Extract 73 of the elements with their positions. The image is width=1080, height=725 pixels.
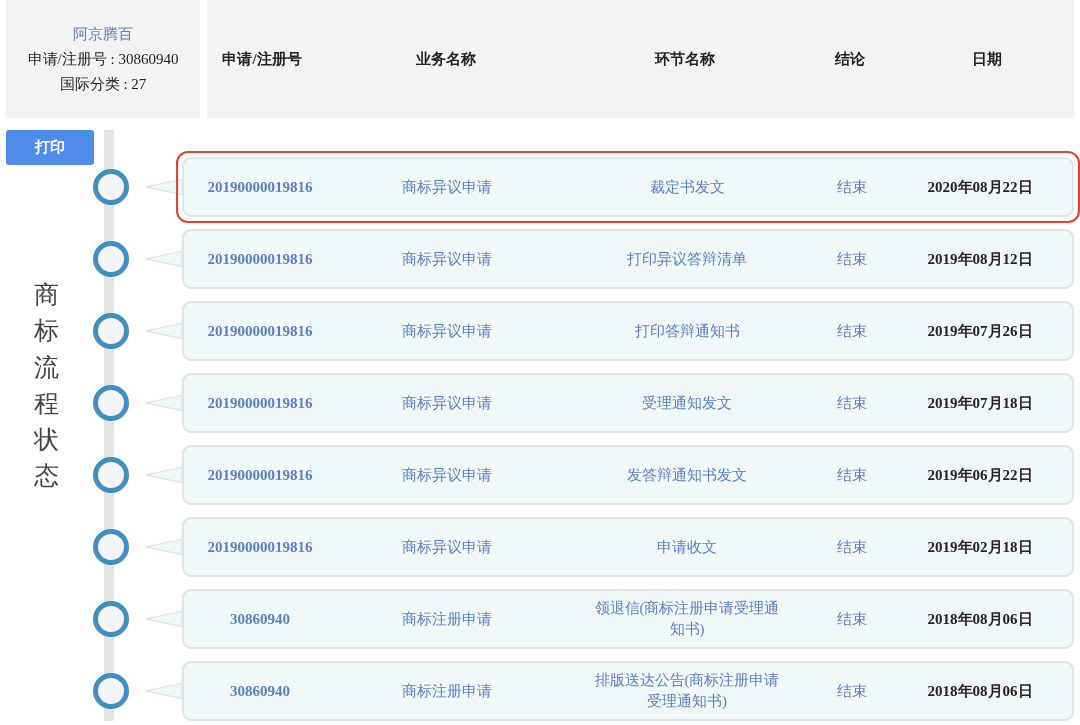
table-cell-text: 结束	[836, 537, 868, 557]
table-cell-text: 20190000019816	[206, 249, 314, 269]
process-card[interactable]: 20190000019816 商标异议申请 打印异议答辩清单 结束 2019年08月12日	[176, 223, 1080, 295]
table-cell-text: 20190000019816	[206, 393, 314, 413]
table-cell-text: 结束	[836, 681, 868, 701]
table-cell-text: 结束	[836, 609, 868, 629]
registration-number: 申请/注册号 : 30860940	[27, 49, 179, 69]
table-cell-text: 结束	[836, 465, 868, 485]
process-card[interactable]: 20190000019816 商标异议申请 发答辩通知书发文 结束 2019年06月22日	[176, 439, 1080, 511]
timeline-node	[93, 385, 129, 421]
table-cell-text: 20190000019816	[206, 465, 314, 485]
vertical-title: 商标流程状态	[34, 280, 59, 492]
card-pointer	[146, 248, 182, 270]
table-cell-text: 结束	[836, 393, 868, 413]
timeline-node	[93, 601, 129, 637]
table-cell-text: 结束	[836, 177, 868, 197]
timeline-node	[93, 457, 129, 493]
process-card[interactable]: 30860940 商标注册申请 领退信(商标注册申请受理通知书) 结束 2018年08月06日	[176, 583, 1080, 655]
table-cell-text: 商标注册申请	[401, 681, 493, 701]
table-cell-text: 商标异议申请	[401, 537, 493, 557]
table-cell-text: 受理通知发文	[641, 393, 733, 413]
card-pointer	[146, 680, 182, 702]
international-class: 国际分类 : 27	[59, 74, 147, 94]
timeline-node	[93, 169, 129, 205]
table-cell-text: 打印答辩通知书	[633, 321, 741, 341]
table-cell-text: 打印异议答辩清单	[626, 249, 748, 269]
table-cell-text: 2019年07月26日	[926, 321, 1034, 341]
column-header: 环节名称	[653, 49, 716, 69]
card-pointer	[146, 320, 182, 342]
timeline-node	[93, 529, 129, 565]
card-pointer	[146, 536, 182, 558]
timeline-node	[93, 241, 129, 277]
card-pointer	[146, 608, 182, 630]
process-card[interactable]: 20190000019816 商标异议申请 打印答辩通知书 结束 2019年07月26日	[176, 295, 1080, 367]
table-cell-text: 20190000019816	[206, 537, 314, 557]
table-cell-text: 2018年08月06日	[926, 681, 1034, 701]
table-cell-text: 排版送达公告(商标注册申请受理通知书)	[593, 671, 781, 711]
table-cell-text: 商标异议申请	[401, 249, 493, 269]
timeline-node	[93, 313, 129, 349]
table-cell-text: 2019年07月18日	[926, 393, 1034, 413]
process-card[interactable]: 20190000019816 商标异议申请 裁定书发文 结束 2020年08月22日	[176, 151, 1080, 223]
table-cell-text: 商标异议申请	[401, 393, 493, 413]
table-cell-text: 20190000019816	[206, 177, 314, 197]
table-cell-text: 2019年06月22日	[926, 465, 1034, 485]
process-card[interactable]: 20190000019816 商标异议申请 申请收文 结束 2019年02月18日	[176, 511, 1080, 583]
table-cell-text: 2020年08月22日	[926, 177, 1034, 197]
table-cell-text: 申请收文	[656, 537, 718, 557]
card-pointer	[146, 464, 182, 486]
process-card[interactable]: 20190000019816 商标异议申请 受理通知发文 结束 2019年07月18日	[176, 367, 1080, 439]
column-header: 业务名称	[415, 49, 477, 69]
table-cell-text: 2019年08月12日	[926, 249, 1034, 269]
table-cell-text: 发答辩通知书发文	[626, 465, 748, 485]
trademark-name: 阿京腾百	[73, 24, 133, 44]
table-cell-text: 30860940	[229, 681, 291, 701]
column-header: 结论	[834, 49, 866, 69]
table-cell-text: 商标异议申请	[401, 465, 493, 485]
card-pointer	[146, 176, 182, 198]
timeline-node	[93, 673, 129, 709]
table-cell-text: 商标异议申请	[401, 321, 493, 341]
table-cell-text: 商标注册申请	[401, 609, 493, 629]
table-cell-text: 20190000019816	[206, 321, 314, 341]
table-cell-text: 30860940	[229, 609, 291, 629]
table-cell-text: 裁定书发文	[648, 177, 726, 197]
column-header: 日期	[971, 49, 1003, 69]
card-pointer	[146, 392, 182, 414]
column-header: 申请/注册号	[221, 49, 303, 69]
table-cell-text: 2019年02月18日	[926, 537, 1034, 557]
table-cell-text: 2018年08月06日	[926, 609, 1034, 629]
table-cell-text: 商标异议申请	[401, 177, 493, 197]
process-card[interactable]: 30860940 商标注册申请 排版送达公告(商标注册申请受理通知书) 结束 2018年08月06日	[176, 655, 1080, 725]
table-cell-text: 结束	[836, 321, 868, 341]
table-cell-text: 领退信(商标注册申请受理通知书)	[593, 599, 781, 639]
table-cell-text: 结束	[836, 249, 868, 269]
